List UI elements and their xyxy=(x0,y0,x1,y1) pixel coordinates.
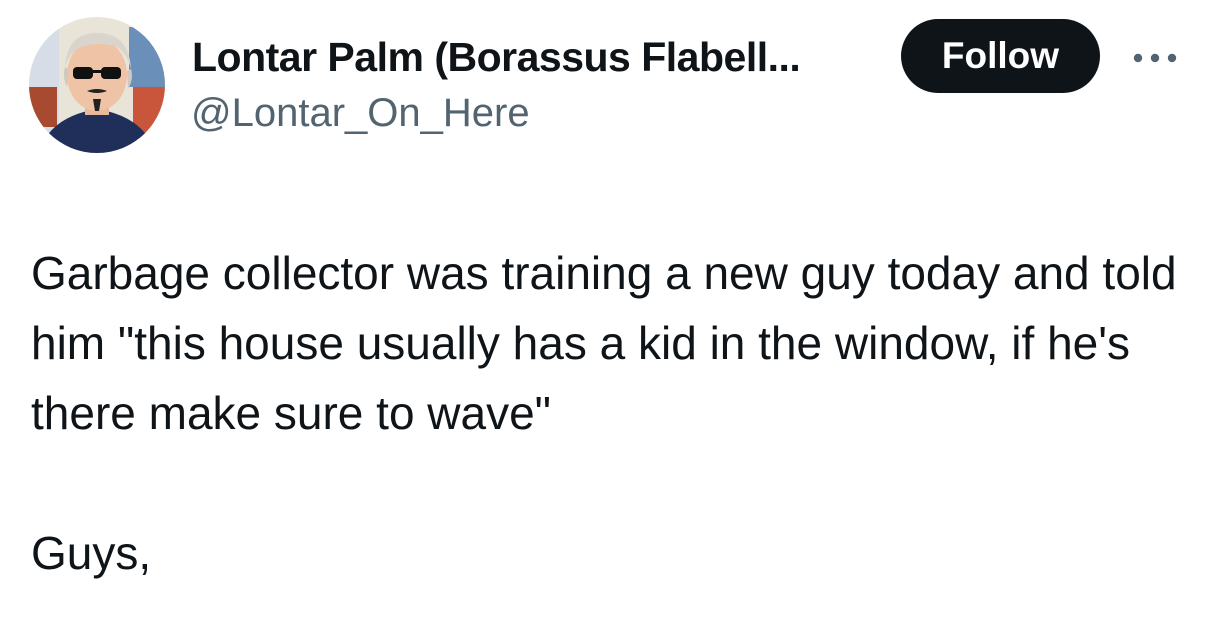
author-display-name[interactable]: Lontar Palm (Borassus Flabell... xyxy=(192,34,801,81)
author-avatar[interactable] xyxy=(29,17,165,153)
tweet-text: Garbage collector was training a new guy… xyxy=(31,238,1191,588)
author-handle[interactable]: @Lontar_On_Here xyxy=(191,91,530,136)
follow-button[interactable]: Follow xyxy=(901,19,1100,93)
tweet-paragraph: Guys, xyxy=(31,527,152,579)
profile-photo-icon xyxy=(29,17,165,153)
tweet-paragraph: Garbage collector was training a new guy… xyxy=(31,247,1177,439)
tweet-card: Lontar Palm (Borassus Flabell... @Lontar… xyxy=(0,0,1209,640)
more-options-button[interactable] xyxy=(1125,38,1185,78)
more-horizontal-icon xyxy=(1133,53,1177,63)
